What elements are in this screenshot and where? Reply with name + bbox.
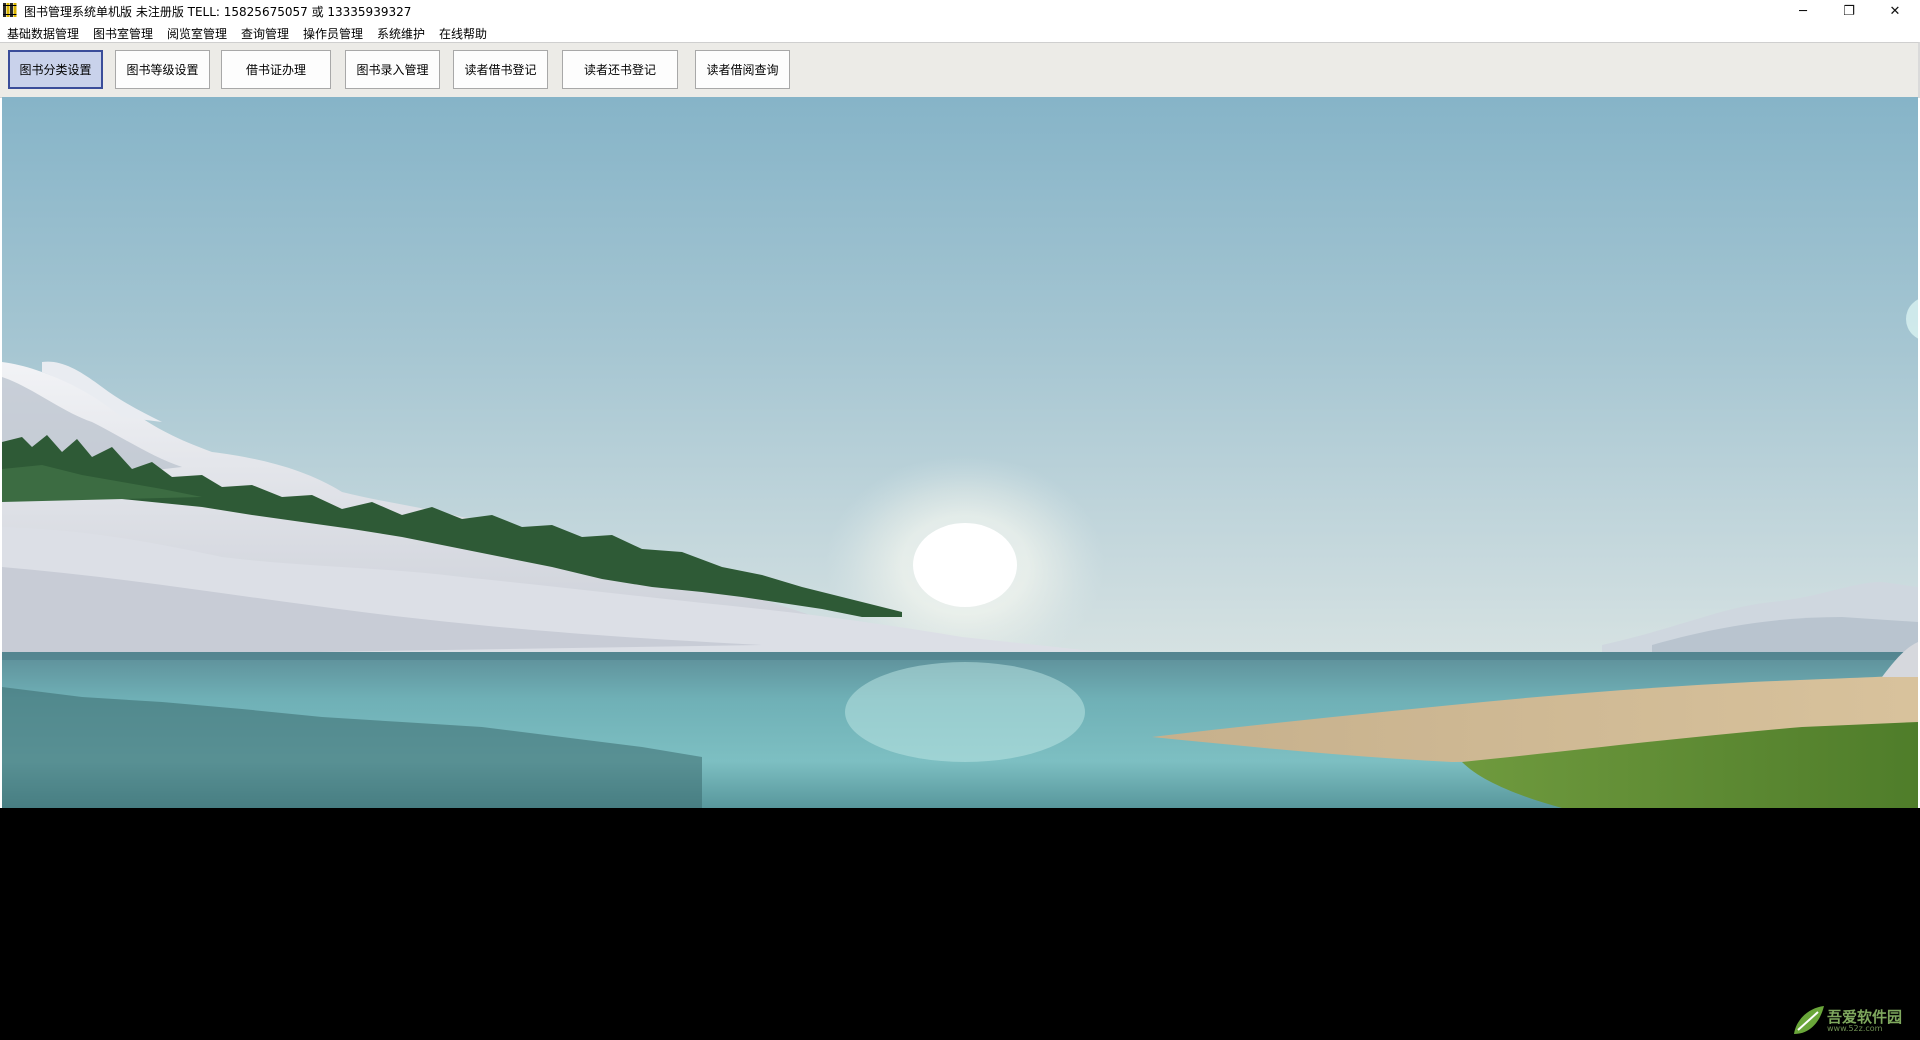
restore-button[interactable]: ❐	[1826, 0, 1872, 22]
restore-icon: ❐	[1843, 3, 1855, 19]
menu-reading-room[interactable]: 阅览室管理	[167, 25, 227, 42]
toolbar: 图书分类设置 图书等级设置 借书证办理 图书录入管理 读者借书登记 读者还书登记…	[0, 42, 1920, 98]
leaf-logo-icon	[1794, 1006, 1824, 1034]
watermark-url: www.52z.com	[1827, 1024, 1883, 1033]
window-title: 图书管理系统单机版 未注册版 TELL: 15825675057 或 13335…	[24, 5, 412, 19]
minimize-icon: ─	[1799, 3, 1807, 19]
watermark: 吾爱软件园 www.52z.com	[1790, 1000, 1920, 1040]
landscape-image	[2, 97, 1918, 808]
library-card-button[interactable]: 借书证办理	[221, 50, 331, 89]
borrow-register-label: 读者借书登记	[464, 63, 537, 77]
app-books-icon	[3, 3, 17, 17]
landscape-wallpaper	[2, 97, 1918, 808]
book-level-button[interactable]: 图书等级设置	[115, 50, 210, 89]
book-level-label: 图书等级设置	[126, 63, 199, 77]
borrow-query-button[interactable]: 读者借阅查询	[695, 50, 790, 89]
book-category-button[interactable]: 图书分类设置	[8, 50, 103, 89]
book-entry-label: 图书录入管理	[356, 63, 429, 77]
app-window: 图书管理系统单机版 未注册版 TELL: 15825675057 或 13335…	[0, 0, 1920, 808]
menu-basic-data[interactable]: 基础数据管理	[7, 25, 79, 42]
library-card-label: 借书证办理	[245, 63, 306, 77]
book-category-label: 图书分类设置	[19, 63, 92, 77]
borrow-register-button[interactable]: 读者借书登记	[453, 50, 548, 89]
return-register-label: 读者还书登记	[583, 63, 656, 77]
menu-query[interactable]: 查询管理	[241, 25, 289, 42]
return-register-button[interactable]: 读者还书登记	[562, 50, 678, 89]
menu-online-help[interactable]: 在线帮助	[439, 25, 487, 42]
title-bar[interactable]: 图书管理系统单机版 未注册版 TELL: 15825675057 或 13335…	[0, 0, 1920, 22]
close-icon: ✕	[1889, 3, 1901, 19]
menu-system-maintenance[interactable]: 系统维护	[377, 25, 425, 42]
minimize-button[interactable]: ─	[1780, 0, 1826, 22]
borrow-query-label: 读者借阅查询	[706, 63, 779, 77]
close-button[interactable]: ✕	[1872, 0, 1918, 22]
menu-library-room[interactable]: 图书室管理	[93, 25, 153, 42]
menu-operator[interactable]: 操作员管理	[303, 25, 363, 42]
book-entry-button[interactable]: 图书录入管理	[345, 50, 440, 89]
menu-bar: 基础数据管理 图书室管理 阅览室管理 查询管理 操作员管理 系统维护 在线帮助	[0, 22, 1920, 42]
